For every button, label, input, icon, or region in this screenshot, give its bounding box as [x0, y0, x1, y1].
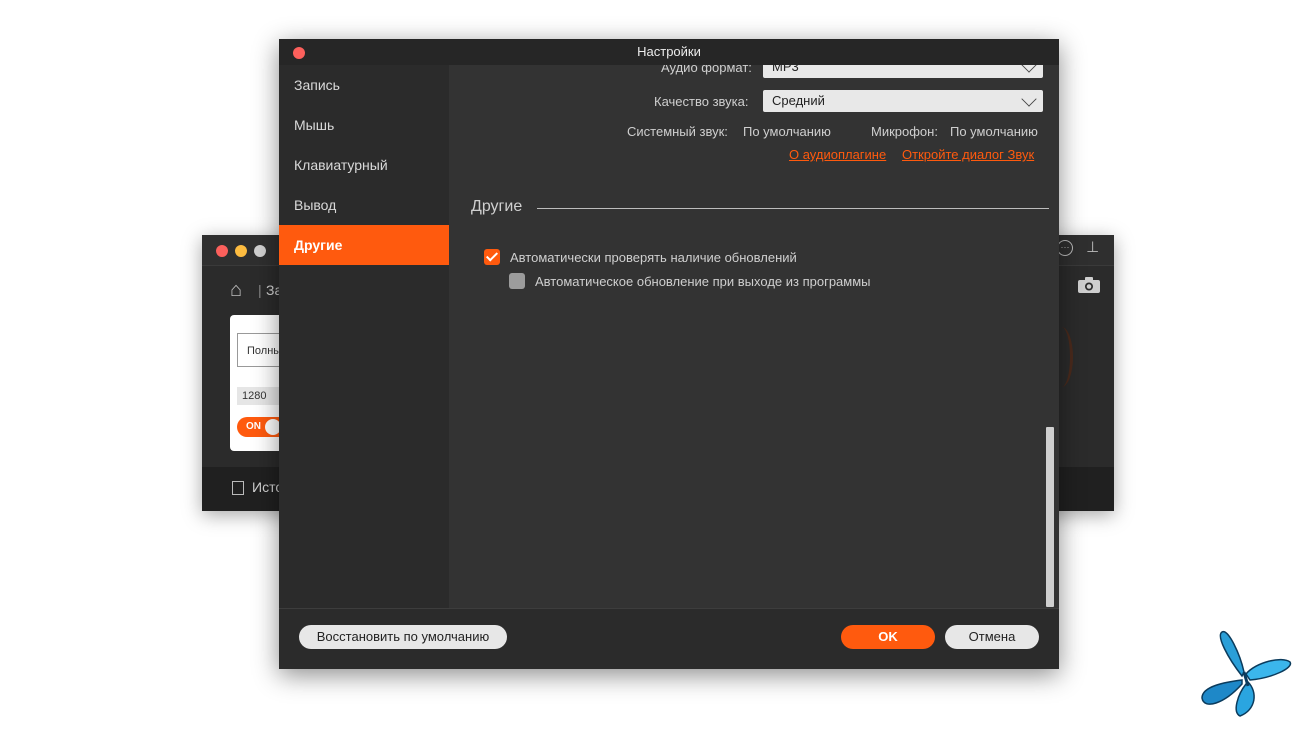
cancel-button[interactable]: Отмена [945, 625, 1039, 649]
ok-button[interactable]: OK [841, 625, 935, 649]
breadcrumb-separator: | [258, 282, 262, 298]
sidebar-item-output[interactable]: Вывод [279, 185, 449, 225]
sound-quality-value: Средний [772, 93, 825, 108]
auto-update-on-exit-label[interactable]: Автоматическое обновление при выходе из … [535, 274, 871, 289]
auto-update-on-exit-checkbox[interactable] [509, 273, 525, 289]
sidebar-item-others[interactable]: Другие [279, 225, 449, 265]
sound-quality-select[interactable]: Средний [763, 90, 1043, 112]
close-window-button[interactable] [216, 245, 228, 257]
dialog-title: Настройки [637, 44, 701, 59]
capture-mode-label: Полны [247, 345, 282, 357]
microphone-value: По умолчанию [950, 124, 1038, 139]
sidebar-item-keyboard[interactable]: Клавиатурный [279, 145, 449, 185]
open-sound-dialog-link[interactable]: Откройте диалог Звук [902, 147, 1034, 162]
system-sound-value: По умолчанию [743, 124, 831, 139]
system-sound-label: Системный звук: [627, 124, 728, 139]
settings-content: Аудио формат: MP3 Качество звука: Средни… [449, 65, 1059, 608]
audio-format-value: MP3 [772, 65, 799, 74]
restore-defaults-button[interactable]: Восстановить по умолчанию [299, 625, 507, 649]
toggle-label: ON [246, 421, 261, 432]
chevron-down-icon [1021, 65, 1037, 73]
microphone-label: Микрофон: [871, 124, 938, 139]
minimize-window-button[interactable] [235, 245, 247, 257]
chevron-down-icon [1021, 91, 1037, 107]
settings-dialog: Настройки Запись Мышь Клавиатурный Вывод… [279, 39, 1059, 669]
settings-sidebar: Запись Мышь Клавиатурный Вывод Другие [279, 65, 449, 608]
audio-format-select[interactable]: MP3 [763, 65, 1043, 78]
others-section-title: Другие [471, 198, 523, 215]
sound-quality-label: Качество звука: [654, 94, 749, 109]
checkmark-icon [485, 249, 499, 262]
history-icon[interactable] [232, 481, 244, 495]
audio-format-label: Аудио формат: [661, 65, 752, 75]
content-scrollbar[interactable] [1046, 427, 1054, 607]
sidebar-item-recording[interactable]: Запись [279, 65, 449, 105]
sidebar-item-mouse[interactable]: Мышь [279, 105, 449, 145]
dialog-footer: Восстановить по умолчанию OK Отмена [279, 608, 1059, 669]
audio-plugin-link[interactable]: О аудиоплагине [789, 147, 886, 162]
home-icon[interactable]: ⌂ [230, 279, 242, 302]
section-divider [537, 208, 1049, 209]
zoom-window-button[interactable] [254, 245, 266, 257]
check-updates-checkbox[interactable] [484, 249, 500, 265]
dialog-titlebar: Настройки [279, 39, 1059, 65]
butterfly-logo-icon [1201, 631, 1292, 717]
more-options-icon[interactable]: ··· [1057, 240, 1073, 256]
camera-icon[interactable] [1078, 277, 1100, 293]
check-updates-label[interactable]: Автоматически проверять наличие обновлен… [510, 250, 797, 265]
pin-icon[interactable]: ⊥ [1086, 238, 1099, 256]
close-dialog-button[interactable] [293, 47, 305, 59]
